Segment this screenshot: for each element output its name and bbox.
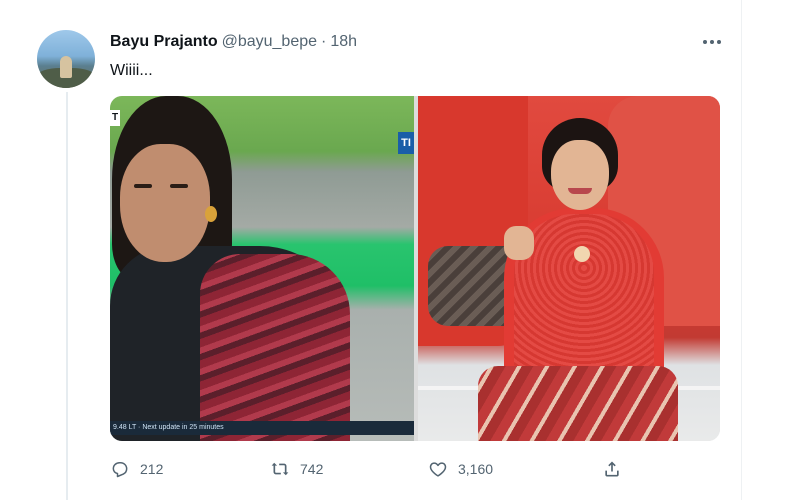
reply-button[interactable]: 212: [110, 455, 163, 483]
avatar-person: [60, 56, 72, 78]
photo-brooch: [574, 246, 590, 262]
media-photo-left[interactable]: T TI 9.48 LT · Next update in 25 minutes: [110, 96, 414, 441]
retweet-count: 742: [300, 461, 324, 477]
photo-earring: [205, 206, 217, 222]
like-button[interactable]: 3,160: [428, 455, 493, 483]
broadcast-logo-secondary: TI: [398, 132, 414, 154]
photo-smile: [568, 188, 592, 194]
heart-icon: [429, 462, 447, 477]
column-divider: [741, 0, 742, 500]
photo-face: [551, 140, 609, 210]
tweet-header: Bayu Prajanto @bayu_bepe · 18h: [110, 33, 357, 55]
broadcast-caption: 9.48 LT · Next update in 25 minutes: [110, 421, 414, 435]
photo-skirt: [478, 366, 678, 441]
photo-shawl: [200, 254, 350, 441]
tweet-text: Wiiii...: [110, 62, 153, 79]
avatar[interactable]: [37, 30, 95, 88]
tweet-timestamp[interactable]: 18h: [330, 33, 357, 51]
broadcast-logo: T: [110, 110, 120, 126]
thread-line: [66, 92, 68, 500]
photo-hand-gesture: [504, 226, 534, 260]
photo-eye: [170, 184, 188, 188]
like-count: 3,160: [458, 461, 494, 477]
tweet-actions: 212 742 3,160: [110, 455, 630, 483]
author-name[interactable]: Bayu Prajanto: [110, 33, 218, 51]
reply-count: 212: [140, 461, 164, 477]
header-separator: ·: [321, 33, 327, 50]
author-handle[interactable]: @bayu_bepe: [222, 33, 317, 51]
share-button[interactable]: [602, 455, 632, 483]
retweet-icon: [271, 462, 289, 476]
photo-eye: [134, 184, 152, 188]
photo-face: [120, 144, 210, 262]
reply-icon: [112, 462, 128, 478]
share-icon: [605, 461, 619, 477]
tweet-media[interactable]: T TI 9.48 LT · Next update in 25 minutes: [110, 96, 720, 441]
more-horizontal-icon[interactable]: [699, 32, 725, 52]
media-photo-right[interactable]: [418, 96, 720, 441]
retweet-button[interactable]: 742: [270, 455, 323, 483]
